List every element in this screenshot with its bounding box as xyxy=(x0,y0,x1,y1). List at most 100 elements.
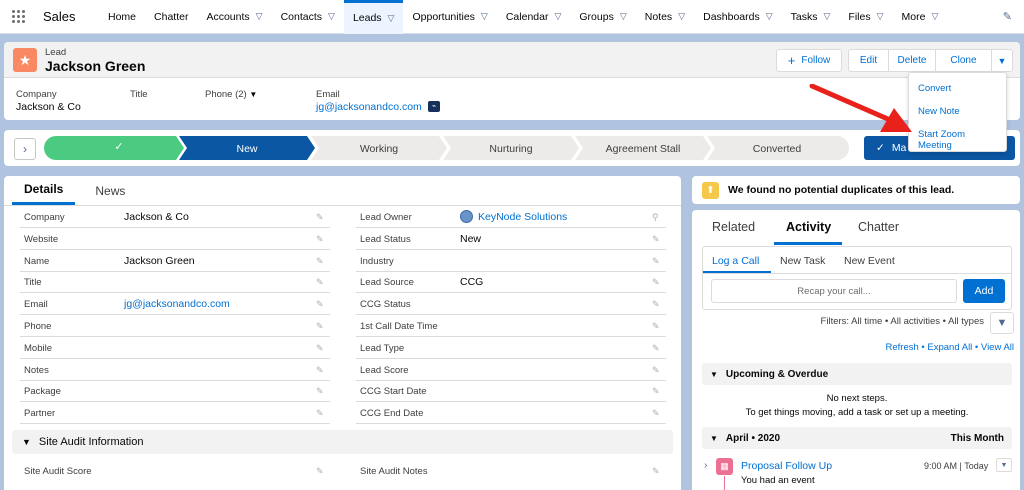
edit-pencil-icon[interactable]: ✎ xyxy=(316,343,324,354)
menu-item-convert[interactable]: Convert xyxy=(909,78,1006,101)
edit-pencil-icon[interactable]: ✎ xyxy=(316,299,324,310)
nav-tab-label: Contacts xyxy=(280,10,323,23)
field-value-lead-owner[interactable]: KeyNode Solutions xyxy=(478,211,567,223)
follow-label: Follow xyxy=(801,55,831,66)
upcoming-overdue-header[interactable]: ▼ Upcoming & Overdue xyxy=(702,363,1012,385)
change-owner-icon[interactable]: ⚲ xyxy=(652,212,659,223)
delete-button[interactable]: Delete xyxy=(888,49,936,72)
nav-tab-files[interactable]: Files ▽ xyxy=(839,0,892,34)
app-launcher-icon[interactable] xyxy=(12,9,26,24)
header-company-label: Company xyxy=(16,89,57,100)
nav-tab-dashboards[interactable]: Dashboards ▽ xyxy=(694,0,782,34)
add-button[interactable]: Add xyxy=(963,279,1005,303)
filters-text[interactable]: Filters: All time • All activities • All… xyxy=(821,316,984,327)
follow-button[interactable]: + Follow xyxy=(776,49,842,72)
edit-pencil-icon[interactable]: ✎ xyxy=(316,277,324,288)
field-value-lead-status: New xyxy=(460,232,482,245)
edit-nav-icon[interactable]: ✎ xyxy=(1003,10,1012,23)
chevron-down-icon: ▼ xyxy=(22,437,31,447)
tab-activity[interactable]: Activity xyxy=(786,220,831,234)
edit-pencil-icon[interactable]: ✎ xyxy=(316,256,324,267)
edit-pencil-icon[interactable]: ✎ xyxy=(316,408,324,419)
edit-pencil-icon[interactable]: ✎ xyxy=(316,321,324,332)
recap-call-input[interactable]: Recap your call... xyxy=(711,279,957,303)
edit-pencil-icon[interactable]: ✎ xyxy=(652,386,660,397)
path-toggle-chevron-icon[interactable]: › xyxy=(14,138,36,160)
chevron-down-icon[interactable]: ▽ xyxy=(931,11,938,22)
nav-tab-contacts[interactable]: Contacts ▽ xyxy=(272,0,344,34)
header-email-link[interactable]: jg@jacksonandco.com xyxy=(316,101,422,113)
tab-details[interactable]: Details xyxy=(12,176,76,205)
chevron-down-icon[interactable]: ▽ xyxy=(256,11,263,22)
edit-pencil-icon[interactable]: ✎ xyxy=(652,299,660,310)
view-all-link[interactable]: View All xyxy=(981,342,1014,353)
nav-tab-chatter[interactable]: Chatter xyxy=(145,0,197,34)
clone-button[interactable]: Clone xyxy=(935,49,992,72)
chevron-down-icon[interactable]: ▽ xyxy=(824,11,831,22)
nav-tab-groups[interactable]: Groups ▽ xyxy=(570,0,635,34)
composer-tab-new-event[interactable]: New Event xyxy=(844,255,895,267)
nav-tab-tasks[interactable]: Tasks ▽ xyxy=(782,0,840,34)
chevron-down-icon[interactable]: ▽ xyxy=(554,11,561,22)
nav-tab-more[interactable]: More ▽ xyxy=(893,0,948,34)
tab-related[interactable]: Related xyxy=(712,220,755,234)
expand-all-link[interactable]: Expand All xyxy=(927,342,972,353)
nav-tab-notes[interactable]: Notes ▽ xyxy=(636,0,694,34)
chevron-down-icon[interactable]: ▽ xyxy=(328,11,335,22)
field-label-industry: Industry xyxy=(360,255,394,267)
composer-tab-new-task[interactable]: New Task xyxy=(780,255,825,267)
edit-pencil-icon[interactable]: ✎ xyxy=(652,343,660,354)
edit-pencil-icon[interactable]: ✎ xyxy=(652,321,660,332)
nav-tab-label: Notes xyxy=(644,10,673,23)
field-divider xyxy=(20,292,330,294)
header-phone-label[interactable]: Phone (2) ▼ xyxy=(205,89,257,100)
section-site-audit-information[interactable]: ▼ Site Audit Information xyxy=(12,430,673,454)
event-expand-chevron-icon[interactable]: › xyxy=(704,460,707,471)
field-divider xyxy=(20,314,330,316)
chevron-down-icon[interactable]: ▽ xyxy=(481,11,488,22)
event-dropdown-icon[interactable]: ▼ xyxy=(996,458,1012,472)
field-divider xyxy=(356,248,666,250)
month-group-header[interactable]: ▼ April • 2020 This Month xyxy=(702,427,1012,449)
field-value-email[interactable]: jg@jacksonandco.com xyxy=(124,298,230,310)
email-insights-icon[interactable]: ⌁ xyxy=(428,101,440,112)
field-label-mobile: Mobile xyxy=(24,342,52,354)
chevron-down-icon[interactable]: ▽ xyxy=(877,11,884,22)
edit-pencil-icon[interactable]: ✎ xyxy=(652,365,660,376)
nav-tab-opportunities[interactable]: Opportunities ▽ xyxy=(403,0,496,34)
edit-pencil-icon[interactable]: ✎ xyxy=(316,386,324,397)
edit-pencil-icon[interactable]: ✎ xyxy=(316,234,324,245)
chevron-down-icon[interactable]: ▽ xyxy=(766,11,773,22)
filter-funnel-icon[interactable]: ▼ xyxy=(990,312,1014,334)
refresh-link[interactable]: Refresh xyxy=(886,342,919,353)
nav-tab-label: Files xyxy=(848,10,871,23)
edit-pencil-icon[interactable]: ✎ xyxy=(652,256,660,267)
nav-tab-accounts[interactable]: Accounts ▽ xyxy=(197,0,271,34)
chevron-down-icon[interactable]: ▽ xyxy=(388,13,395,24)
edit-pencil-icon[interactable]: ✎ xyxy=(652,277,660,288)
activity-links: Refresh • Expand All • View All xyxy=(885,342,1014,353)
check-icon: ✓ xyxy=(876,142,885,154)
edit-pencil-icon[interactable]: ✎ xyxy=(652,408,660,419)
event-title-link[interactable]: Proposal Follow Up xyxy=(741,460,832,472)
edit-pencil-icon[interactable]: ✎ xyxy=(652,466,660,477)
menu-item-start-zoom-meeting[interactable]: Start Zoom Meeting xyxy=(909,124,1006,151)
edit-pencil-icon[interactable]: ✎ xyxy=(316,212,324,223)
field-divider xyxy=(20,379,330,381)
more-actions-chevron-icon[interactable]: ▼ xyxy=(991,49,1013,72)
nav-tab-home[interactable]: Home xyxy=(99,0,145,34)
edit-pencil-icon[interactable]: ✎ xyxy=(316,365,324,376)
tab-news[interactable]: News xyxy=(83,176,137,205)
field-label-name: Name xyxy=(24,255,50,267)
edit-pencil-icon[interactable]: ✎ xyxy=(652,234,660,245)
edit-button[interactable]: Edit xyxy=(848,49,889,72)
chevron-down-icon: ▼ xyxy=(710,369,718,379)
menu-item-new-note[interactable]: New Note xyxy=(909,101,1006,124)
nav-tab-leads[interactable]: Leads ▽ xyxy=(343,0,404,34)
chevron-down-icon[interactable]: ▽ xyxy=(678,11,685,22)
chevron-down-icon[interactable]: ▽ xyxy=(620,11,627,22)
tab-chatter[interactable]: Chatter xyxy=(858,220,899,234)
nav-tab-calendar[interactable]: Calendar ▽ xyxy=(497,0,571,34)
field-label-lead-type: Lead Type xyxy=(360,342,405,354)
edit-pencil-icon[interactable]: ✎ xyxy=(316,466,324,477)
